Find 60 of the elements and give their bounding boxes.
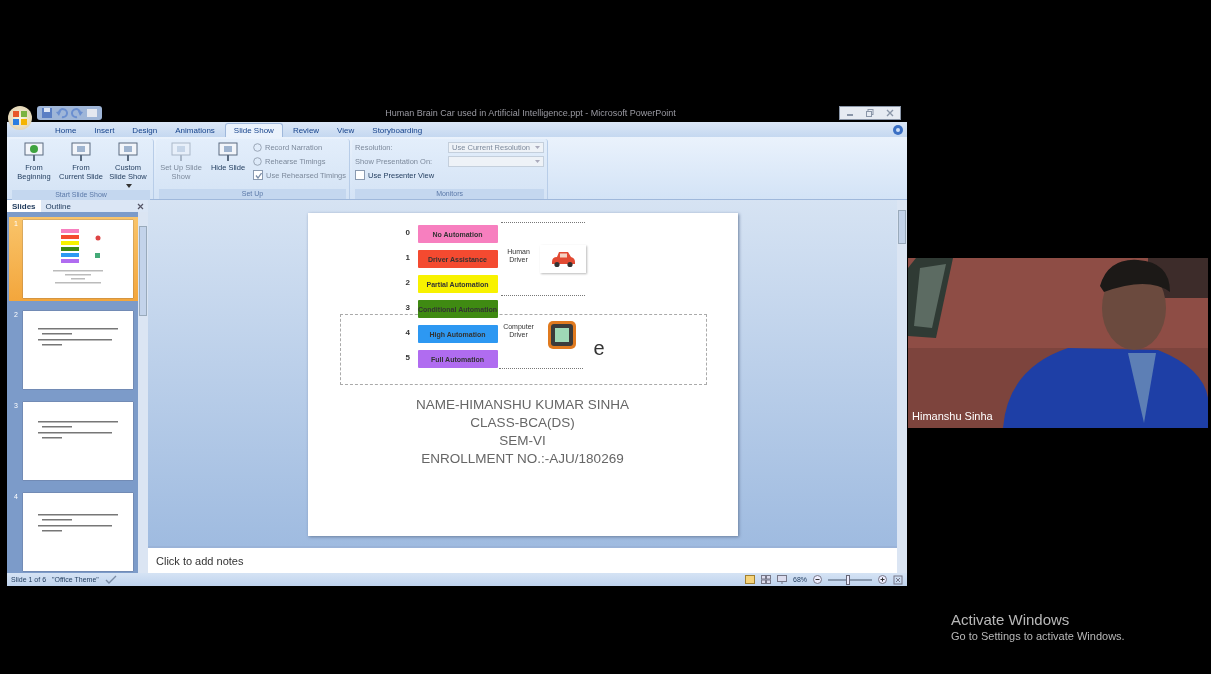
scroll-thumb[interactable] — [898, 210, 906, 244]
ribbon-tab[interactable]: View — [329, 124, 363, 137]
slide-text-line: ENROLLMENT NO.:-AJU/180269 — [421, 451, 624, 466]
zoom-in-icon[interactable] — [878, 575, 887, 584]
ribbon-tab[interactable]: Design — [124, 124, 166, 137]
normal-view-icon[interactable] — [745, 575, 755, 584]
ribbon-tab[interactable]: Slide Show — [224, 123, 283, 137]
chip-icon — [545, 319, 578, 351]
notes-field[interactable]: Click to add notes — [148, 546, 897, 573]
grid-view-icon[interactable] — [761, 575, 771, 584]
ribbon-tab[interactable]: Review — [284, 124, 328, 137]
slider-thumb[interactable] — [845, 574, 850, 585]
slide-icon[interactable] — [86, 107, 98, 119]
slide-icon — [217, 141, 239, 163]
scrollbar[interactable] — [897, 200, 907, 573]
close-icon — [886, 109, 894, 117]
scrollbar[interactable] — [138, 212, 148, 573]
undo-icon[interactable] — [56, 107, 68, 119]
projector-screen-icon — [117, 141, 139, 163]
close-icon[interactable] — [137, 202, 144, 210]
level-number: 5 — [405, 352, 410, 364]
fit-to-window-icon[interactable] — [893, 574, 903, 585]
projector-screen-icon — [170, 141, 192, 163]
restore-icon — [866, 109, 874, 117]
participant-name: Himanshu Sinha — [912, 410, 993, 422]
caret-icon — [535, 145, 541, 149]
help-icon[interactable] — [893, 124, 903, 135]
caret-icon — [535, 159, 541, 163]
dropdown-field[interactable] — [448, 155, 545, 167]
level-number: 0 — [405, 227, 410, 239]
car-icon — [549, 250, 576, 268]
ribbon-tab[interactable]: Home — [47, 124, 85, 137]
redo-icon[interactable] — [71, 107, 83, 119]
checkmark-icon — [254, 171, 262, 179]
checkbox[interactable] — [355, 170, 366, 180]
slide-text-line: CLASS-BCA(DS) — [470, 415, 575, 430]
projector-screen-icon — [23, 141, 45, 163]
activation-message: Go to Settings to activate Windows. — [951, 630, 1126, 642]
spellcheck-icon[interactable] — [104, 574, 117, 585]
level-number: 4 — [405, 327, 410, 339]
ribbon-tab[interactable]: Storyboarding — [364, 124, 431, 137]
slide-text-line: NAME-HIMANSHU KUMAR SINHA — [416, 397, 629, 412]
activation-title: Activate Windows — [951, 611, 1071, 628]
office-button[interactable] — [8, 106, 32, 130]
projector-screen-icon — [70, 141, 92, 163]
ribbon-tab[interactable]: Insert — [86, 124, 123, 137]
slideshow-view-icon[interactable] — [777, 575, 787, 584]
level-number: 1 — [405, 252, 410, 264]
panel-tab[interactable]: Outline — [40, 200, 76, 212]
zoom-out-icon[interactable] — [813, 575, 822, 584]
scroll-thumb[interactable] — [139, 226, 147, 316]
slide-text: e — [593, 337, 605, 360]
window-title: Human Brain Car used in Artificial Intelligence.ppt - Microsoft PowerPoint — [384, 108, 677, 118]
level-number: 2 — [405, 277, 410, 289]
save-icon[interactable] — [41, 107, 53, 119]
panel-tab[interactable]: Slides — [7, 200, 41, 212]
office-logo-icon — [12, 110, 28, 126]
level-number: 3 — [405, 302, 410, 314]
slide-text-line: SEM-VI — [499, 433, 546, 448]
ribbon-tab[interactable]: Animations — [167, 124, 223, 137]
